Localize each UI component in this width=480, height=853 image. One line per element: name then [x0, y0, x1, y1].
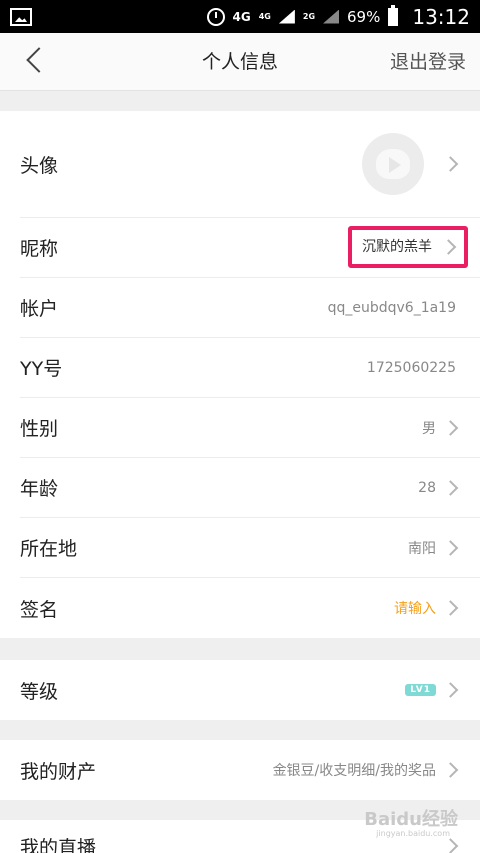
watermark: Baidu经验: [364, 809, 458, 830]
chevron-right-icon: [442, 762, 459, 778]
gallery-icon: [10, 8, 32, 26]
network-type-secondary: 4G: [258, 11, 271, 21]
level-label: 等级: [20, 680, 59, 703]
assets-value: 金银豆/收支明细/我的奖品: [272, 763, 436, 779]
account-value: qq_eubdqv6_1a19: [327, 299, 456, 316]
status-icons: 4G 4G 2G 69% 13:12: [206, 0, 470, 33]
chevron-right-icon: [442, 419, 459, 436]
chevron-right-icon: [442, 479, 459, 496]
battery-icon: [388, 4, 399, 26]
signature-value: 请输入: [394, 601, 436, 617]
chevron-right-icon: [442, 156, 459, 172]
nickname-row[interactable]: 昵称 沉默的羔羊: [20, 218, 480, 278]
assets-label: 我的财产: [20, 760, 97, 783]
chevron-right-icon: [442, 600, 459, 616]
watermark-url: jingyan.baidu.com: [376, 829, 450, 838]
level-badge: LV1: [405, 684, 436, 696]
age-row[interactable]: 年龄 28: [20, 458, 480, 518]
chevron-right-icon: [442, 539, 459, 556]
highlight-box: 沉默的羔羊: [348, 226, 468, 268]
assets-row[interactable]: 我的财产 金银豆/收支明细/我的奖品: [20, 740, 480, 800]
logout-button[interactable]: 退出登录: [390, 33, 466, 91]
location-label: 所在地: [20, 538, 78, 560]
gender-value: 男: [422, 420, 436, 437]
gender-label: 性别: [20, 418, 59, 440]
battery-percent: 69%: [347, 7, 381, 26]
level-row[interactable]: 等级 LV1: [20, 660, 480, 720]
age-value: 28: [418, 479, 436, 496]
avatar-row[interactable]: 头像: [20, 111, 480, 218]
signal-weak-icon: [323, 9, 340, 24]
network-type-primary: 4G: [232, 9, 251, 24]
avatar: [362, 133, 424, 195]
chevron-right-icon: [440, 239, 457, 255]
account-label: 帐户: [20, 298, 59, 320]
signal-icon: [278, 9, 295, 24]
yy-number-value: 1725060225: [366, 359, 456, 376]
clock: 13:12: [412, 4, 470, 29]
age-label: 年龄: [20, 478, 59, 500]
location-row[interactable]: 所在地 南阳: [20, 518, 480, 578]
chevron-right-icon: [442, 838, 459, 853]
status-bar: 4G 4G 2G 69% 13:12: [0, 0, 480, 33]
signature-label: 签名: [20, 598, 59, 621]
account-row: 帐户 qq_eubdqv6_1a19: [20, 278, 480, 338]
chevron-right-icon: [442, 682, 459, 698]
nickname-label: 昵称: [20, 238, 59, 260]
alarm-icon: [206, 7, 225, 26]
live-label: 我的直播: [20, 836, 97, 853]
location-value: 南阳: [408, 540, 436, 557]
gender-row[interactable]: 性别 男: [20, 398, 480, 458]
avatar-label: 头像: [20, 154, 59, 177]
profile-group: 头像 昵称 沉默的羔羊 帐户 qq_eubdqv6_1a19 YY号 17250…: [0, 111, 480, 638]
yy-number-row: YY号 1725060225: [20, 338, 480, 398]
signature-row[interactable]: 签名 请输入: [20, 578, 480, 638]
level-group: 等级 LV1: [0, 660, 480, 720]
yy-number-label: YY号: [20, 358, 63, 380]
assets-group: 我的财产 金银豆/收支明细/我的奖品: [0, 740, 480, 800]
nickname-value: 沉默的羔羊: [362, 239, 432, 255]
header: 个人信息 退出登录: [0, 33, 480, 91]
network-type-tertiary: 2G: [302, 11, 316, 21]
